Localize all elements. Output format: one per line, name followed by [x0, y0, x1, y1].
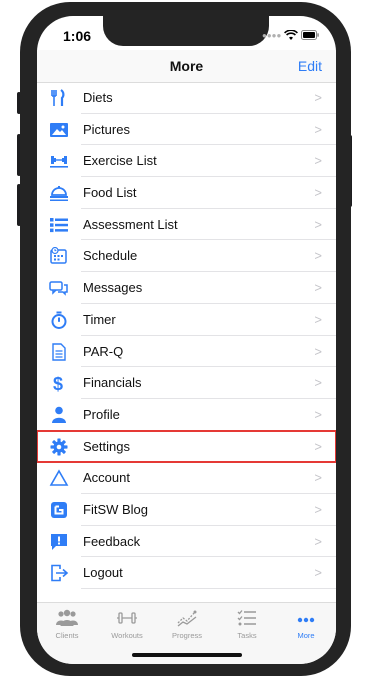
navigation-bar: More Edit	[37, 50, 336, 83]
tab-label: Progress	[171, 631, 202, 640]
menu-item-schedule[interactable]: Schedule >	[37, 240, 336, 273]
chevron-right-icon: >	[314, 375, 322, 391]
chevron-right-icon: >	[314, 565, 322, 581]
feedback-icon	[49, 533, 69, 551]
page-title: More	[169, 58, 204, 74]
menu-item-label: Logout	[83, 565, 123, 581]
menu-item-messages[interactable]: Messages >	[37, 272, 336, 304]
menu-item-label: Timer	[83, 311, 116, 327]
tab-workouts[interactable]: Workouts	[99, 607, 155, 647]
food-tray-icon	[49, 184, 69, 202]
menu-item-label: PAR-Q	[83, 343, 124, 359]
menu-item-label: Settings	[83, 438, 130, 454]
chevron-right-icon: >	[314, 153, 322, 169]
chevron-right-icon: >	[314, 280, 322, 296]
tab-more[interactable]: More	[278, 607, 334, 647]
chevron-right-icon: >	[314, 470, 322, 486]
fork-knife-icon	[49, 89, 69, 107]
notch	[103, 16, 269, 46]
menu-item-label: Exercise List	[83, 153, 157, 169]
screen: 1:06 ●●●● More Edit Diets > Pictures > E…	[37, 16, 336, 664]
tab-label: Tasks	[237, 631, 257, 640]
list-icon	[49, 216, 69, 234]
menu-item-label: Profile	[83, 406, 120, 422]
blogger-icon	[49, 501, 69, 519]
signal-dots-icon: ●●●●	[262, 31, 282, 40]
menu-item-label: FitSW Blog	[83, 501, 149, 517]
gear-icon	[49, 438, 69, 456]
menu-item-timer[interactable]: Timer >	[37, 304, 336, 336]
menu-item-label: Feedback	[83, 533, 141, 549]
battery-icon	[301, 30, 319, 40]
menu-item-account[interactable]: Account >	[37, 462, 336, 494]
chevron-right-icon: >	[314, 248, 322, 264]
clients-icon	[39, 607, 95, 629]
more-menu-list: Diets > Pictures > Exercise List > Food …	[37, 82, 336, 589]
dumbbell-icon	[99, 607, 155, 629]
progress-chart-icon	[159, 607, 215, 629]
chevron-right-icon: >	[314, 311, 322, 327]
dollar-icon: $	[49, 374, 69, 392]
calendar-clock-icon	[49, 247, 69, 265]
status-icons: ●●●●	[262, 29, 319, 41]
checklist-icon	[219, 607, 275, 629]
menu-item-financials[interactable]: $ Financials >	[37, 367, 336, 399]
menu-item-profile[interactable]: Profile >	[37, 399, 336, 431]
tab-clients[interactable]: Clients	[39, 607, 95, 647]
menu-item-food-list[interactable]: Food List >	[37, 177, 336, 209]
stopwatch-icon	[49, 311, 69, 329]
tab-label: Clients	[55, 631, 79, 640]
menu-item-feedback[interactable]: Feedback >	[37, 526, 336, 558]
menu-item-label: Account	[83, 470, 130, 486]
menu-item-label: Financials	[83, 375, 142, 391]
menu-item-exercise-list[interactable]: Exercise List >	[37, 145, 336, 178]
menu-item-label: Food List	[83, 185, 137, 201]
home-indicator[interactable]	[132, 653, 242, 657]
tab-progress[interactable]: Progress	[159, 607, 215, 647]
menu-item-diets[interactable]: Diets >	[37, 82, 336, 114]
status-time: 1:06	[63, 28, 92, 44]
chevron-right-icon: >	[314, 406, 322, 422]
menu-item-logout[interactable]: Logout >	[37, 557, 336, 589]
menu-item-label: Pictures	[83, 121, 130, 137]
more-dots-icon	[278, 607, 334, 629]
edit-button[interactable]: Edit	[298, 58, 322, 74]
menu-item-par-q[interactable]: PAR-Q >	[37, 336, 336, 368]
chevron-right-icon: >	[314, 343, 322, 359]
chevron-right-icon: >	[314, 438, 322, 454]
logout-icon	[49, 564, 69, 582]
menu-item-pictures[interactable]: Pictures >	[37, 114, 336, 146]
dumbbell-icon	[49, 152, 69, 170]
document-icon	[49, 342, 69, 361]
tab-tasks[interactable]: Tasks	[219, 607, 275, 647]
menu-item-assessment-list[interactable]: Assessment List >	[37, 209, 336, 241]
tab-label: More	[297, 631, 315, 640]
photo-icon	[49, 121, 69, 139]
row-divider	[81, 588, 336, 589]
wifi-icon	[284, 30, 298, 40]
chevron-right-icon: >	[314, 216, 322, 232]
chevron-right-icon: >	[314, 185, 322, 201]
triangle-icon	[49, 469, 69, 487]
menu-item-label: Messages	[83, 280, 143, 296]
chevron-right-icon: >	[314, 121, 322, 137]
svg-text:$: $	[53, 374, 63, 392]
person-icon	[49, 406, 69, 424]
menu-item-settings[interactable]: Settings >	[37, 429, 336, 464]
chevron-right-icon: >	[314, 501, 322, 517]
menu-item-label: Diets	[83, 90, 113, 105]
chat-bubbles-icon	[49, 279, 69, 297]
menu-item-fitsw-blog[interactable]: FitSW Blog >	[37, 494, 336, 526]
tab-label: Workouts	[111, 631, 143, 640]
chevron-right-icon: >	[314, 533, 322, 549]
menu-item-label: Assessment List	[83, 216, 178, 232]
chevron-right-icon: >	[314, 90, 322, 105]
menu-item-label: Schedule	[83, 248, 138, 264]
